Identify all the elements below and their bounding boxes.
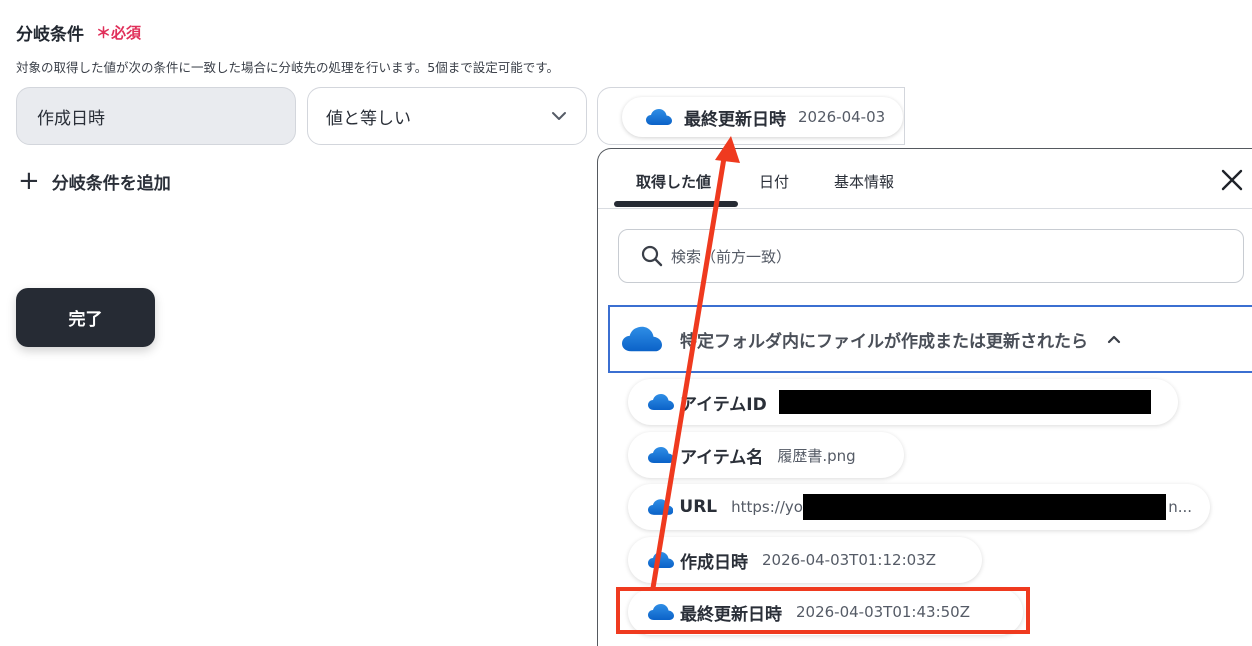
- value-item-value-suffix: n...: [1168, 498, 1192, 516]
- onedrive-cloud-icon: [622, 326, 662, 352]
- panel-tabs: 取得した値 日付 基本情報: [598, 149, 1252, 209]
- section-description: 対象の取得した値が次の条件に一致した場合に分岐先の処理を行います。5個まで設定可…: [16, 60, 559, 75]
- add-condition-label: 分岐条件を追加: [51, 173, 171, 194]
- value-item-item-name[interactable]: アイテム名 履歴書.png: [628, 432, 904, 478]
- value-chip[interactable]: 最終更新日時 2026-04-03: [622, 97, 904, 137]
- condition-field-select[interactable]: 作成日時: [16, 87, 296, 145]
- add-condition-button[interactable]: + 分岐条件を追加: [18, 168, 171, 194]
- onedrive-cloud-icon: [648, 394, 674, 410]
- value-chip-value: 2026-04-03: [798, 108, 886, 126]
- done-button[interactable]: 完了: [16, 288, 155, 347]
- tab-date[interactable]: 日付: [759, 171, 789, 192]
- value-item-item-id[interactable]: アイテムID: [628, 379, 1178, 425]
- close-icon[interactable]: [1220, 168, 1244, 192]
- tab-basic-info[interactable]: 基本情報: [834, 171, 894, 192]
- trigger-group-header[interactable]: 特定フォルダ内にファイルが作成または更新されたら: [608, 305, 1252, 373]
- redacted-value: [802, 494, 1167, 520]
- chevron-down-icon: [552, 112, 566, 120]
- condition-operator-select[interactable]: 値と等しい: [307, 87, 587, 145]
- value-item-value: 履歴書.png: [777, 446, 856, 465]
- onedrive-cloud-icon: [648, 447, 674, 463]
- value-item-value: 2026-04-03T01:12:03Z: [762, 551, 936, 569]
- tab-fetched-values[interactable]: 取得した値: [636, 171, 711, 192]
- onedrive-cloud-icon: [648, 499, 674, 515]
- value-item-value-prefix: https://yo: [731, 498, 803, 516]
- plus-icon: +: [18, 166, 40, 196]
- trigger-group-title: 特定フォルダ内にファイルが作成または更新されたら: [680, 331, 1088, 352]
- value-picker-panel: 取得した値 日付 基本情報 検索（前方一致） 特定フォルダ内にファイルが作成また…: [597, 148, 1252, 646]
- condition-operator-label: 値と等しい: [326, 108, 411, 129]
- search-placeholder: 検索（前方一致）: [671, 247, 792, 266]
- onedrive-cloud-icon: [646, 109, 672, 125]
- required-mark: ＊必須: [96, 24, 142, 42]
- highlight-box: [616, 587, 1030, 634]
- condition-field-label: 作成日時: [37, 108, 105, 129]
- redacted-value: [778, 390, 1151, 414]
- value-item-label: アイテムID: [680, 394, 767, 415]
- search-input[interactable]: 検索（前方一致）: [618, 229, 1244, 283]
- condition-value-field[interactable]: 最終更新日時 2026-04-03: [597, 87, 905, 145]
- active-tab-indicator: [614, 201, 738, 207]
- value-item-label: URL: [679, 497, 718, 517]
- search-icon: [641, 245, 663, 267]
- value-item-label: 作成日時: [680, 552, 748, 573]
- value-item-created-at[interactable]: 作成日時 2026-04-03T01:12:03Z: [628, 537, 982, 583]
- chevron-up-icon: [1107, 335, 1121, 344]
- onedrive-cloud-icon: [648, 552, 674, 568]
- value-item-url[interactable]: URL https://yo n...: [628, 484, 1210, 530]
- value-chip-label: 最終更新日時: [684, 109, 786, 130]
- section-title: 分岐条件: [16, 25, 84, 45]
- value-item-label: アイテム名: [680, 447, 764, 468]
